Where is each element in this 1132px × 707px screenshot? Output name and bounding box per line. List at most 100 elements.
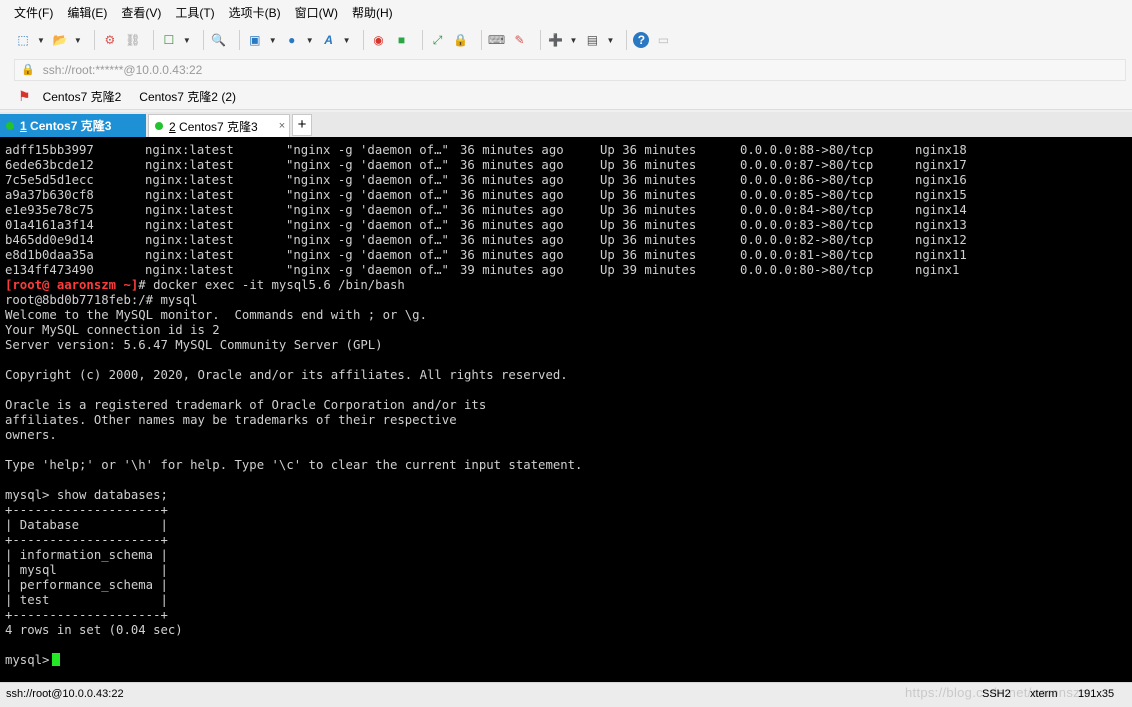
menu-tools[interactable]: 工具(T) xyxy=(175,4,214,21)
terminal-line: Your MySQL connection id is 2 xyxy=(5,323,220,337)
container-name: nginx1 xyxy=(915,263,960,277)
toolbar-divider xyxy=(362,30,364,50)
container-status: Up 36 minutes xyxy=(600,143,697,157)
toolbar: ⬚ ▼ 📂 ▼ ⚙ ⛓ ☐ ▼ 🔍 ▣ ▼ ● ▼ A ▼ ◉ ■ ⤢ 🔒 ⌨ ✎ ➕ ▼ ▤… xyxy=(0,24,1132,56)
link-centos7-clone2-2[interactable]: Centos7 克隆2 (2) xyxy=(139,88,236,105)
table-row: 6ede63bcde12 nginx:latest "nginx -g 'daemo… xyxy=(5,158,1125,173)
container-id: e8d1b0daa35a xyxy=(5,248,94,262)
terminal-line: 4 rows in set (0.04 sec) xyxy=(5,623,183,637)
chat-icon[interactable]: ▭ xyxy=(654,31,672,49)
chevron-down-icon[interactable]: ▼ xyxy=(37,36,45,45)
container-status: Up 36 minutes xyxy=(600,158,697,172)
menu-edit[interactable]: 编辑(E) xyxy=(67,4,107,21)
tab-bar: 1 Centos7 克隆3 2 Centos7 克隆3 × + xyxy=(0,112,1132,137)
new-tab-button[interactable]: + xyxy=(292,114,312,136)
address-bar: 🔒 ssh://root:******@10.0.0.43:22 xyxy=(0,56,1132,83)
container-command: "nginx -g 'daemon of…" xyxy=(286,203,449,217)
menu-help[interactable]: 帮助(H) xyxy=(352,4,393,21)
globe-icon[interactable]: ● xyxy=(283,31,301,49)
container-ports: 0.0.0.0:82->80/tcp xyxy=(740,233,874,247)
chevron-down-icon[interactable]: ▼ xyxy=(606,36,614,45)
container-command: "nginx -g 'daemon of…" xyxy=(286,188,449,202)
find-icon[interactable]: 🔍 xyxy=(210,31,228,49)
container-ports: 0.0.0.0:83->80/tcp xyxy=(740,218,874,232)
terminal-line: root@8bd0b7718feb:/# mysql xyxy=(5,293,198,307)
link-centos7-clone2[interactable]: Centos7 克隆2 xyxy=(43,88,122,105)
highlight-icon[interactable]: ✎ xyxy=(511,31,529,49)
container-image: nginx:latest xyxy=(145,203,234,217)
menu-view[interactable]: 查看(V) xyxy=(121,4,161,21)
menu-file[interactable]: 文件(F) xyxy=(14,4,53,21)
terminal[interactable]: adff15bb3997 nginx:latest "nginx -g 'daemo… xyxy=(0,137,1132,682)
terminal-line: affiliates. Other names may be trademark… xyxy=(5,413,457,427)
new-session-icon[interactable]: ⬚ xyxy=(14,31,32,49)
tab-label: 1 Centos7 克隆3 xyxy=(20,119,112,133)
close-icon[interactable]: × xyxy=(275,120,289,132)
chevron-down-icon[interactable]: ▼ xyxy=(269,36,277,45)
shell-command: # docker exec -it mysql5.6 /bin/bash xyxy=(138,278,405,292)
container-command: "nginx -g 'daemon of…" xyxy=(286,248,449,262)
container-created: 36 minutes ago xyxy=(460,248,564,262)
connected-status-icon xyxy=(155,122,163,130)
container-status: Up 36 minutes xyxy=(600,248,697,262)
terminal-line: | information_schema | xyxy=(5,548,168,562)
address-text: ssh://root:******@10.0.0.43:22 xyxy=(42,62,203,77)
connected-status-icon xyxy=(6,121,14,130)
table-row: e8d1b0daa35a nginx:latest "nginx -g 'daemo… xyxy=(5,248,1125,263)
container-image: nginx:latest xyxy=(145,248,234,262)
toolbar-divider xyxy=(626,30,628,50)
terminal-line: | Database | xyxy=(5,518,168,532)
tab-centos7-clone3-2[interactable]: 2 Centos7 克隆3 × xyxy=(148,114,290,137)
container-created: 36 minutes ago xyxy=(460,188,564,202)
lock-icon[interactable]: 🔒 xyxy=(452,31,470,49)
terminal-line: Server version: 5.6.47 MySQL Community S… xyxy=(5,338,383,352)
new-tab-icon[interactable]: ☐ xyxy=(160,31,178,49)
keyboard-icon[interactable]: ⌨ xyxy=(488,31,506,49)
table-row: e134ff473490 nginx:latest "nginx -g 'daemo… xyxy=(5,263,1125,278)
table-row: b465dd0e9d14 nginx:latest "nginx -g 'daemo… xyxy=(5,233,1125,248)
status-bar: ssh://root@10.0.0.43:22 https://blog.csd… xyxy=(0,682,1132,707)
terminal-line: | test | xyxy=(5,593,168,607)
container-status: Up 39 minutes xyxy=(600,263,697,277)
fullscreen-icon[interactable]: ⤢ xyxy=(429,31,447,49)
tab-label: 2 Centos7 克隆3 xyxy=(169,119,258,134)
disconnect-icon[interactable]: ⛓ xyxy=(124,31,142,49)
container-id: b465dd0e9d14 xyxy=(5,233,94,247)
properties-icon[interactable]: ▣ xyxy=(246,31,264,49)
container-id: 7c5e5d5d1ecc xyxy=(5,173,94,187)
container-name: nginx16 xyxy=(915,173,967,187)
xshell-icon[interactable]: ■ xyxy=(393,31,411,49)
container-command: "nginx -g 'daemon of…" xyxy=(286,143,449,157)
container-name: nginx14 xyxy=(915,203,967,217)
layout-icon[interactable]: ▤ xyxy=(583,31,601,49)
container-id: e1e935e78c75 xyxy=(5,203,94,217)
chevron-down-icon[interactable]: ▼ xyxy=(570,36,578,45)
compose-icon[interactable]: ➕ xyxy=(547,31,565,49)
container-command: "nginx -g 'daemon of…" xyxy=(286,158,449,172)
container-status: Up 36 minutes xyxy=(600,218,697,232)
terminal-cursor xyxy=(52,653,61,666)
container-ports: 0.0.0.0:85->80/tcp xyxy=(740,188,874,202)
xftp-icon[interactable]: ◉ xyxy=(370,31,388,49)
container-ports: 0.0.0.0:80->80/tcp xyxy=(740,263,874,277)
connect-icon[interactable]: ⚙ xyxy=(101,31,119,49)
container-name: nginx17 xyxy=(915,158,967,172)
container-id: 01a4161a3f14 xyxy=(5,218,94,232)
container-command: "nginx -g 'daemon of…" xyxy=(286,173,449,187)
chevron-down-icon[interactable]: ▼ xyxy=(183,36,191,45)
terminal-line: owners. xyxy=(5,428,57,442)
open-folder-icon[interactable]: 📂 xyxy=(51,31,69,49)
help-icon[interactable]: ? xyxy=(633,32,650,48)
address-field[interactable]: 🔒 ssh://root:******@10.0.0.43:22 xyxy=(14,58,1126,81)
chevron-down-icon[interactable]: ▼ xyxy=(343,36,351,45)
container-image: nginx:latest xyxy=(145,143,234,157)
tab-centos7-clone3-1[interactable]: 1 Centos7 克隆3 xyxy=(0,114,146,137)
chevron-down-icon[interactable]: ▼ xyxy=(306,36,314,45)
menu-window[interactable]: 窗口(W) xyxy=(295,4,338,21)
menu-tabs[interactable]: 选项卡(B) xyxy=(229,4,281,21)
chevron-down-icon[interactable]: ▼ xyxy=(74,36,82,45)
container-name: nginx13 xyxy=(915,218,967,232)
status-protocol: SSH2 xyxy=(982,688,1011,700)
table-row: 7c5e5d5d1ecc nginx:latest "nginx -g 'daemo… xyxy=(5,173,1125,188)
font-icon[interactable]: A xyxy=(320,31,338,49)
